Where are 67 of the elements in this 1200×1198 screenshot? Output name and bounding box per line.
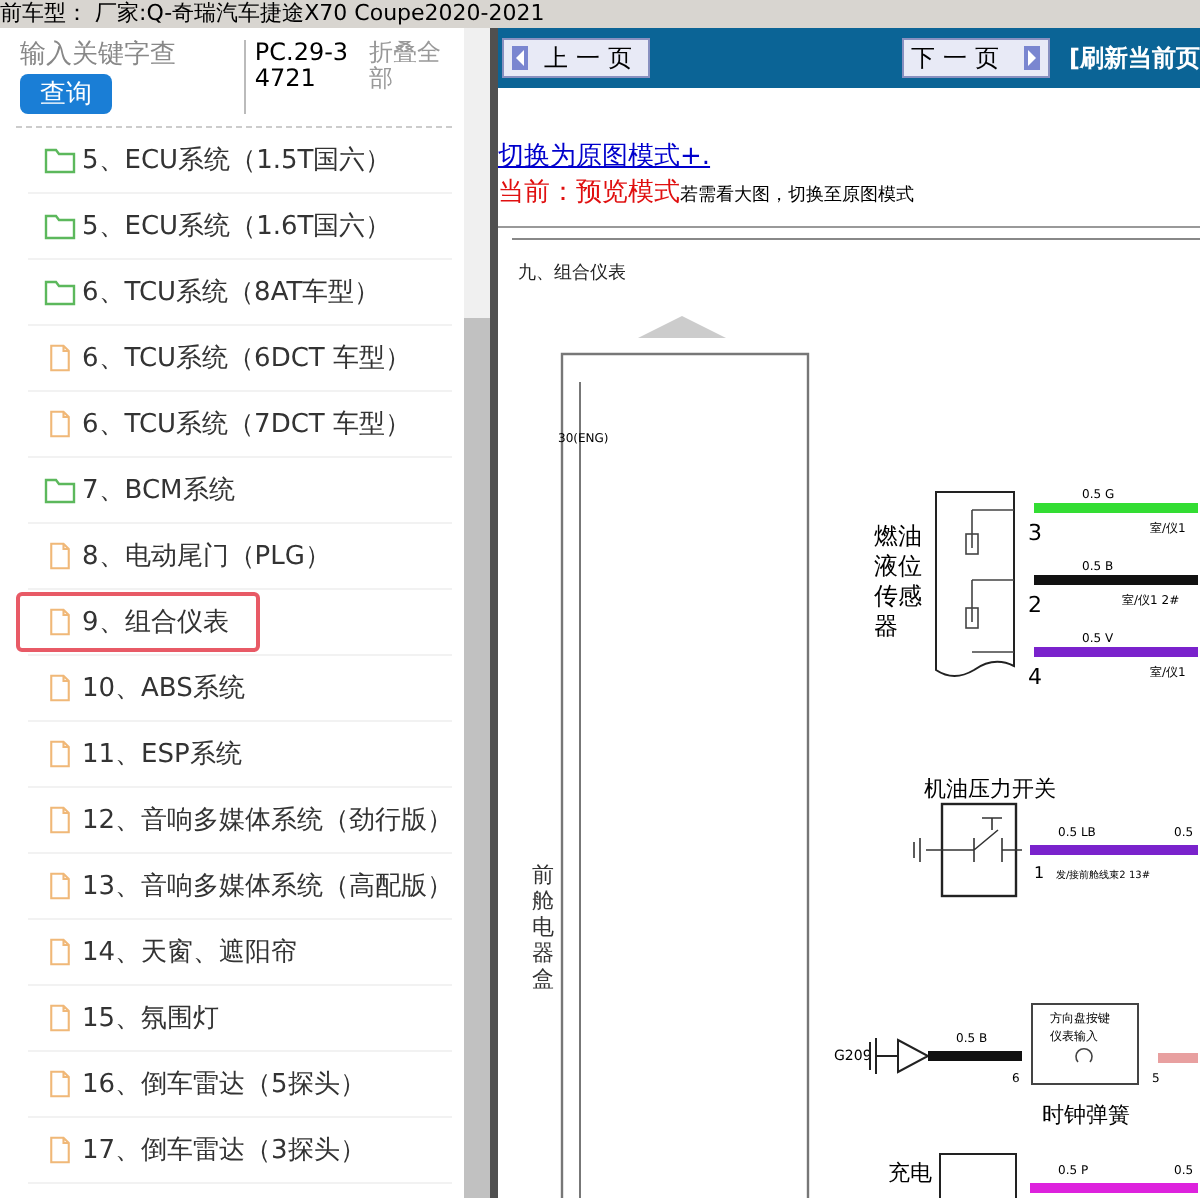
box-name-char: 前 xyxy=(532,862,554,888)
scrollbar[interactable] xyxy=(464,28,490,1198)
pin-number: 4 xyxy=(1028,664,1042,690)
mode-hint: 若需看大图，切换至原图模式 xyxy=(680,183,914,208)
folder-icon xyxy=(44,146,76,174)
document-icon xyxy=(44,806,76,834)
tree-item[interactable]: 10、ABS系统 xyxy=(16,658,277,718)
tree-item[interactable]: 16、倒车雷达（5探头） xyxy=(16,1054,398,1114)
wire xyxy=(928,1051,1022,1061)
tree-item[interactable]: 6、TCU系统（8AT车型） xyxy=(16,262,413,322)
tree-item[interactable]: 11、ESP系统 xyxy=(16,724,274,784)
box-name-char: 器 xyxy=(532,940,554,966)
pin-number: 1 xyxy=(1034,864,1045,882)
tree-item[interactable]: 14、天窗、遮阳帘 xyxy=(16,922,330,982)
document-icon xyxy=(44,344,76,372)
right-arrow-icon xyxy=(1023,46,1040,70)
tree-item[interactable]: 6、TCU系统（7DCT 车型） xyxy=(16,394,443,454)
tree-item[interactable]: 5、ECU系统（1.5T国六） xyxy=(16,130,424,190)
document-icon xyxy=(44,1070,76,1098)
tree-item[interactable]: 9、组合仪表 xyxy=(16,592,261,652)
sensor-name: 器 xyxy=(874,612,898,640)
tree-item[interactable]: 8、电动尾门（PLG） xyxy=(16,526,363,586)
tree-item[interactable]: 15、氛围灯 xyxy=(16,988,252,1048)
next-page-button[interactable]: 下一页 xyxy=(901,38,1050,78)
box-name-char: 电 xyxy=(532,914,554,940)
refresh-link[interactable]: [刷新当前页 xyxy=(1069,41,1200,75)
tree-item[interactable]: 6、TCU系统（6DCT 车型） xyxy=(16,328,443,388)
folder-icon xyxy=(44,278,76,306)
box-name-char: 盒 xyxy=(532,966,554,992)
ground-icon xyxy=(869,1037,931,1075)
mode-label: 当前：预览模式 xyxy=(498,176,680,210)
switch-drawing xyxy=(913,802,1023,898)
document-icon xyxy=(44,1004,76,1032)
tree-item[interactable]: 7、BCM系统 xyxy=(16,460,267,520)
component-name: 时钟弹簧 xyxy=(1042,1102,1130,1128)
document-icon xyxy=(44,872,76,900)
pin-number: 3 xyxy=(1028,520,1042,546)
tree-item[interactable]: 13、音响多媒体系统（高配版） xyxy=(16,856,464,916)
tree-item[interactable]: 17、倒车雷达（3探头） xyxy=(16,1120,398,1180)
box-name-char: 舱 xyxy=(532,888,554,914)
previous-page-button[interactable]: 上一页 xyxy=(502,38,650,78)
document-icon xyxy=(44,674,76,702)
wire xyxy=(1158,1053,1198,1063)
sensor-name: 燃油 xyxy=(874,522,922,550)
folder-icon xyxy=(44,212,76,240)
document-icon xyxy=(44,1136,76,1164)
document-icon xyxy=(44,608,76,636)
component-name: 充电 xyxy=(888,1160,932,1186)
vehicle-title: 前车型： 厂家:Q-奇瑞汽车捷途X70 Coupe2020-2021 xyxy=(0,0,545,28)
tree-item[interactable]: 12、音响多媒体系统（劲行版） xyxy=(16,790,464,850)
document-icon xyxy=(44,542,76,570)
document-icon xyxy=(44,938,76,966)
pin-number: 2 xyxy=(1028,592,1042,618)
document-code: PC.29-34721 xyxy=(244,40,358,114)
sensor-name: 液位 xyxy=(874,552,922,580)
up-arrow-icon xyxy=(638,316,726,338)
section-title: 九、组合仪表 xyxy=(518,264,626,284)
left-arrow-icon xyxy=(512,46,528,70)
document-icon xyxy=(44,740,76,768)
folder-icon xyxy=(44,476,76,504)
clock-spring-drawing xyxy=(1031,1003,1139,1085)
document-icon xyxy=(44,410,76,438)
mode-switch-link[interactable]: 切换为原图模式+. xyxy=(498,138,711,174)
sensor-name: 传感 xyxy=(874,582,922,610)
tree-item[interactable]: 5、ECU系统（1.6T国六） xyxy=(16,196,424,256)
search-button[interactable]: 查询 xyxy=(20,74,112,114)
switch-name: 机油压力开关 xyxy=(924,776,1056,802)
